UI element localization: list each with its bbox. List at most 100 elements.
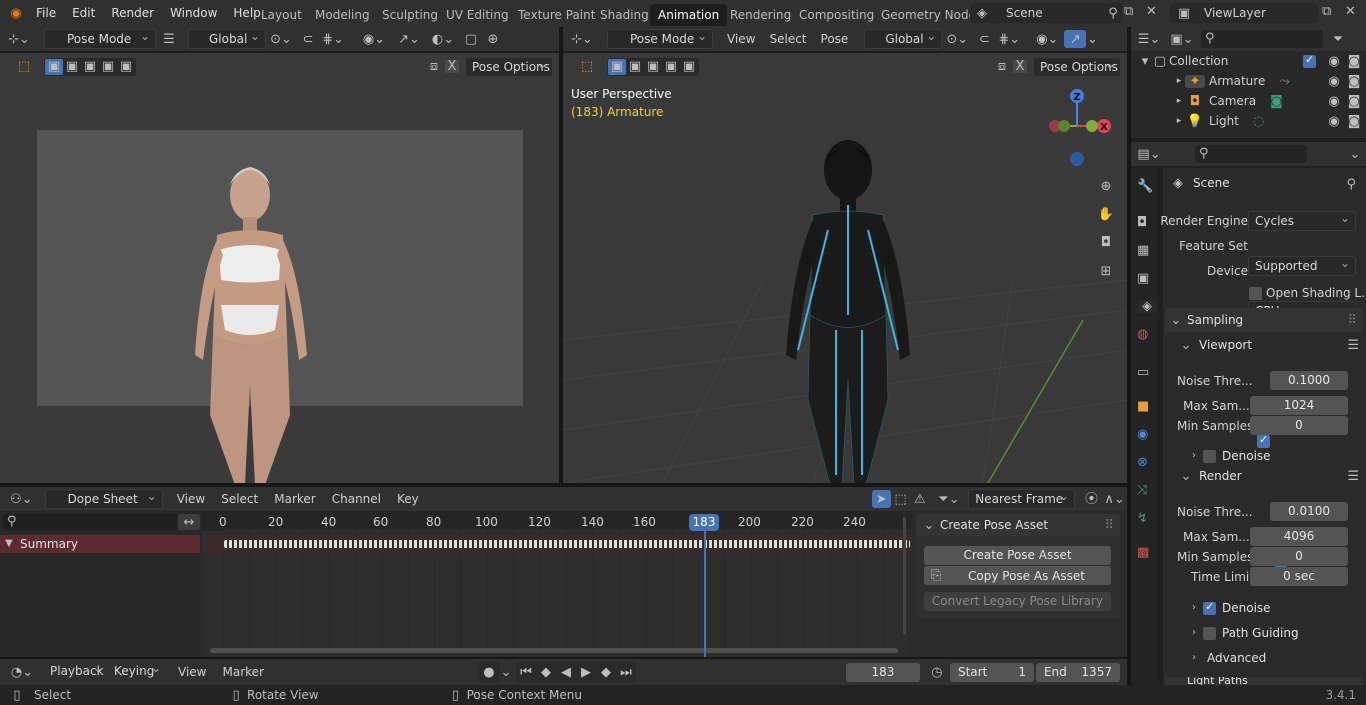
time-limit-field[interactable]: 0 sec [1250,567,1348,586]
left-viewport[interactable] [0,80,559,483]
camera-view-icon[interactable]: ◘ [1095,231,1117,253]
path-guiding-row[interactable]: › Path Guiding [1189,626,1299,640]
render-camera-icon[interactable]: ◙ [1344,75,1364,88]
dope-menu-marker[interactable]: Marker [274,492,315,506]
channel-search-input[interactable]: ⚲ [3,514,177,530]
mode-set-icon-right[interactable]: ▣ [608,58,626,75]
viewport-subpanel-header[interactable]: ⌄ Viewport ☰ [1179,334,1359,356]
visibility-icon[interactable]: ◉⌄ [356,33,392,46]
tab-texture-paint[interactable]: Texture Paint [510,4,603,26]
ortho-grid-icon[interactable]: ⊞ [1095,260,1117,282]
physics-tab-icon[interactable]: ⤨ [1137,484,1147,497]
mode-invert-icon[interactable]: ▣ [99,60,117,73]
create-pose-asset-header[interactable]: ⌄ Create Pose Asset ⠿ [916,514,1120,536]
timeline-menu-view[interactable]: View [178,665,206,679]
vp-denoise-row[interactable]: › Denoise [1189,449,1271,463]
overlay-icon[interactable]: ◐⌄ [426,33,460,46]
view-layer-tab-icon[interactable]: ▣ [1137,272,1149,285]
tab-shading[interactable]: Shading [592,4,657,26]
expand-arrow-icon[interactable]: ▸ [1173,76,1185,86]
vertical-scrollbar[interactable] [903,517,906,635]
pan-hand-icon[interactable]: ✋ [1095,203,1117,225]
tab-rendering[interactable]: Rendering [722,4,799,26]
editor-type-icon-right[interactable]: ⊹⌄ [563,33,601,46]
object-tab-icon[interactable]: ■ [1137,400,1149,413]
r-min-field[interactable]: 0 [1250,547,1348,566]
options-dropdown-icon[interactable]: ⌄ [1344,148,1366,161]
bone-tab-icon[interactable]: ↯ [1137,512,1148,525]
gizmo-icon-right[interactable]: ↗ [1064,30,1087,48]
menu-render[interactable]: Render [103,6,162,20]
show-hidden-icon[interactable]: ⬚ [891,493,910,506]
collapse-arrow-icon[interactable]: ▼ [2,539,16,549]
eye-icon[interactable]: ◉ [1324,115,1344,128]
mode-subtract-icon[interactable]: ▣ [81,60,99,73]
tab-geometry-nodes[interactable]: Geometry Node [873,4,984,26]
r-denoise-checkbox[interactable] [1203,600,1216,615]
x-axis-icon[interactable]: X [445,60,459,73]
outliner-item-light[interactable]: ▸ 💡 Light ◌ ◉ ◙ [1173,112,1364,130]
snap-target-icon-right[interactable]: ⋕⌄ [996,33,1022,46]
editor-type-icon[interactable]: ⊹⌄ [0,33,38,46]
end-frame-field[interactable]: End 1357 [1035,662,1120,682]
pose-options-dropdown-right[interactable]: Pose Options [1033,56,1121,77]
feature-set-dropdown[interactable]: Supported [1248,256,1356,276]
menu-file[interactable]: File [28,6,64,20]
keying-dropdown[interactable]: Keying [108,662,166,682]
create-pose-asset-button[interactable]: Create Pose Asset [924,546,1111,565]
keyframe-strip[interactable] [224,540,910,548]
playhead-frame-label[interactable]: 183 [689,514,719,531]
select-box-icon[interactable]: ⬚ [14,60,34,73]
only-selected-icon[interactable]: ➤ [871,490,891,508]
r-denoise-row[interactable]: › Denoise [1189,600,1271,616]
gizmo-icon[interactable]: ↗⌄ [392,33,426,46]
preset-list-icon[interactable]: ☰ [1347,470,1359,483]
convert-legacy-button[interactable]: Convert Legacy Pose Library [924,592,1111,611]
proportional-icon[interactable]: ⦿ [1081,493,1102,506]
snap-icon[interactable]: ⊂ [296,33,320,46]
mode-extend-icon[interactable]: ▣ [63,60,81,73]
vp-noise-checkbox[interactable] [1257,433,1270,448]
modifier-tab-icon[interactable]: ◉ [1137,428,1148,441]
gizmo-dropdown-icon[interactable]: ⌄ [1086,33,1098,46]
mirror-icon-right[interactable]: ⧈ [993,60,1011,73]
scene-selector[interactable]: ◈ Scene ⚲ [970,3,1122,23]
open-shading-checkbox[interactable] [1249,286,1262,300]
mirror-icon[interactable]: ⧈ [425,60,443,73]
vp-denoise-checkbox[interactable] [1203,449,1216,463]
tab-layout[interactable]: Layout [253,4,310,26]
playback-dropdown[interactable]: Playback [44,662,108,682]
pose-options-dropdown[interactable]: Pose Options [465,56,553,77]
mode-set-icon[interactable]: ▣ [45,58,63,75]
mode-intersect-icon[interactable]: ▣ [117,60,135,73]
outliner-collection-row[interactable]: ▾ ▢ Collection ◉ ◙ [1139,52,1364,70]
outliner-editor-icon[interactable]: ☰⌄ [1131,33,1167,46]
new-view-layer-icon[interactable]: ⧉ [1322,5,1331,18]
current-frame-field[interactable]: 183 [845,662,920,682]
mode-invert-icon-right[interactable]: ▣ [662,60,680,73]
render-tab-icon[interactable]: ◘ [1137,216,1147,229]
mode-dropdown[interactable]: Pose Mode [44,29,156,49]
orientation-dropdown-right[interactable]: Global [864,29,943,49]
collection-include-checkbox[interactable] [1303,53,1316,68]
navigation-gizmo[interactable]: Z X [1039,86,1117,176]
r-max-field[interactable]: 4096 [1250,527,1348,546]
output-tab-icon[interactable]: ▦ [1137,244,1149,257]
render-camera-icon[interactable]: ◙ [1344,115,1364,128]
timeline-editor-icon[interactable]: ◔⌄ [6,666,38,679]
preset-list-icon[interactable]: ☰ [1347,339,1359,352]
dope-mode-dropdown[interactable]: Dope Sheet [44,489,163,509]
snap-dropdown[interactable]: Nearest Frame [968,489,1075,509]
blender-logo-icon[interactable]: ◉ [8,5,24,21]
drag-handle-icon[interactable]: ⠿ [1104,519,1114,532]
expand-arrow-icon[interactable]: ▸ [1173,116,1185,126]
render-engine-dropdown[interactable]: Cycles [1248,211,1356,231]
menu-select[interactable]: Select [769,32,806,46]
texture-tab-icon[interactable]: ▩ [1137,546,1149,559]
remove-view-layer-icon[interactable]: ✕ [1345,5,1356,18]
properties-search-input[interactable]: ⚲ [1195,145,1307,163]
menu-edit[interactable]: Edit [64,6,103,20]
view-layer-selector[interactable]: ▣ ViewLayer [1170,3,1318,23]
play-icon[interactable]: ▶ [576,666,596,679]
swap-filter-icon[interactable]: ↔ [178,514,200,530]
